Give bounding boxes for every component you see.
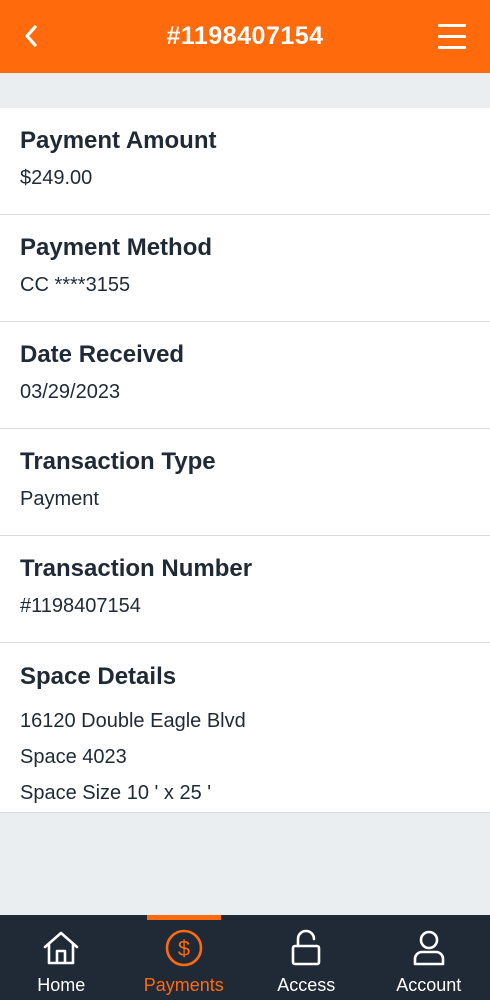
space-address: 16120 Double Eagle Blvd xyxy=(20,710,246,732)
header-bar: #1198407154 xyxy=(0,0,490,73)
payment-amount-row: Payment Amount $249.00 xyxy=(0,108,490,215)
user-icon xyxy=(413,930,445,966)
nav-home[interactable]: Home xyxy=(0,915,123,1000)
back-button[interactable] xyxy=(16,21,46,51)
page-title: #1198407154 xyxy=(166,22,324,50)
payment-method-row: Payment Method CC ****3155 xyxy=(0,215,490,322)
transaction-number-label: Transaction Number xyxy=(20,555,253,582)
space-details-label: Space Details xyxy=(20,663,177,690)
header-spacer xyxy=(0,73,490,108)
date-received-value: 03/29/2023 xyxy=(20,381,121,403)
bottom-navigation: Home $ Payments Access Account xyxy=(0,915,490,1000)
hamburger-menu-icon xyxy=(438,24,466,27)
space-details-row: Space Details 16120 Double Eagle Blvd Sp… xyxy=(0,643,490,813)
transaction-number-value: #1198407154 xyxy=(20,595,141,617)
space-size: Space Size 10 ' x 25 ' xyxy=(20,782,212,804)
svg-text:$: $ xyxy=(178,936,190,961)
transaction-type-row: Transaction Type Payment xyxy=(0,429,490,536)
payment-method-value: CC ****3155 xyxy=(20,274,131,296)
menu-button[interactable] xyxy=(438,24,468,50)
space-number: Space 4023 xyxy=(20,746,127,768)
nav-account[interactable]: Account xyxy=(368,915,490,1000)
nav-access[interactable]: Access xyxy=(245,915,368,1000)
transaction-number-row: Transaction Number #1198407154 xyxy=(0,536,490,643)
active-tab-indicator xyxy=(146,915,221,920)
transaction-type-label: Transaction Type xyxy=(20,448,216,475)
nav-payments[interactable]: $ Payments xyxy=(123,915,246,1000)
home-icon xyxy=(43,931,79,965)
dollar-circle-icon: $ xyxy=(165,929,203,967)
date-received-row: Date Received 03/29/2023 xyxy=(0,322,490,429)
date-received-label: Date Received xyxy=(20,341,185,368)
chevron-left-icon xyxy=(25,25,37,47)
nav-access-label: Access xyxy=(277,975,336,995)
nav-account-label: Account xyxy=(396,975,462,995)
transaction-details: Payment Amount $249.00 Payment Method CC… xyxy=(0,108,490,813)
nav-home-label: Home xyxy=(37,975,86,995)
payment-amount-label: Payment Amount xyxy=(20,127,217,154)
unlock-icon xyxy=(291,929,321,966)
transaction-type-value: Payment xyxy=(20,488,99,510)
payment-method-label: Payment Method xyxy=(20,234,213,261)
nav-payments-label: Payments xyxy=(143,975,224,995)
payment-amount-value: $249.00 xyxy=(20,167,93,189)
